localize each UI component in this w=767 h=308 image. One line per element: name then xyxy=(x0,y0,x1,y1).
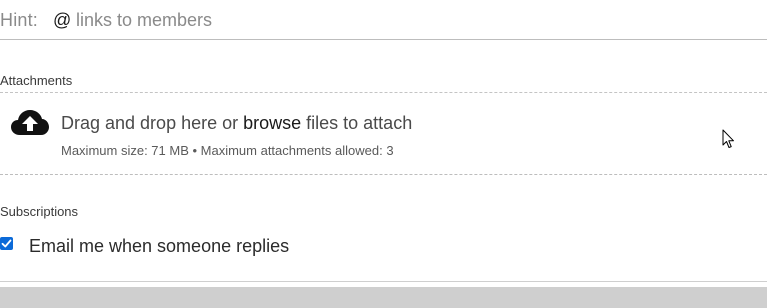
hint-at-symbol: @ xyxy=(53,10,72,30)
email-replies-checkbox[interactable] xyxy=(0,237,13,250)
subscriptions-title: Subscriptions xyxy=(0,204,79,219)
reply-form-options: Hint: @ links to members Attachments Dra… xyxy=(0,0,767,308)
dropzone-text: Drag and drop here or browse files to at… xyxy=(61,113,412,134)
email-replies-label[interactable]: Email me when someone replies xyxy=(29,236,289,257)
dropzone-text-suffix: files to attach xyxy=(301,113,413,133)
divider xyxy=(0,281,767,282)
dropzone-text-prefix: Drag and drop here or xyxy=(61,113,244,133)
attachment-limits: Maximum size: 71 MB • Maximum attachment… xyxy=(61,143,394,158)
hint-text: links to members xyxy=(76,10,213,30)
attachments-title: Attachments xyxy=(0,73,73,88)
mouse-pointer-icon xyxy=(722,129,736,150)
footer-bar xyxy=(0,287,767,308)
hint-row: Hint: @ links to members xyxy=(0,0,767,40)
hint-label: Hint: xyxy=(0,10,39,30)
browse-link[interactable]: browse xyxy=(243,113,301,133)
email-replies-option[interactable]: Email me when someone replies xyxy=(0,235,400,259)
attachments-dropzone[interactable]: Drag and drop here or browse files to at… xyxy=(0,92,767,175)
cloud-upload-icon xyxy=(11,108,49,136)
